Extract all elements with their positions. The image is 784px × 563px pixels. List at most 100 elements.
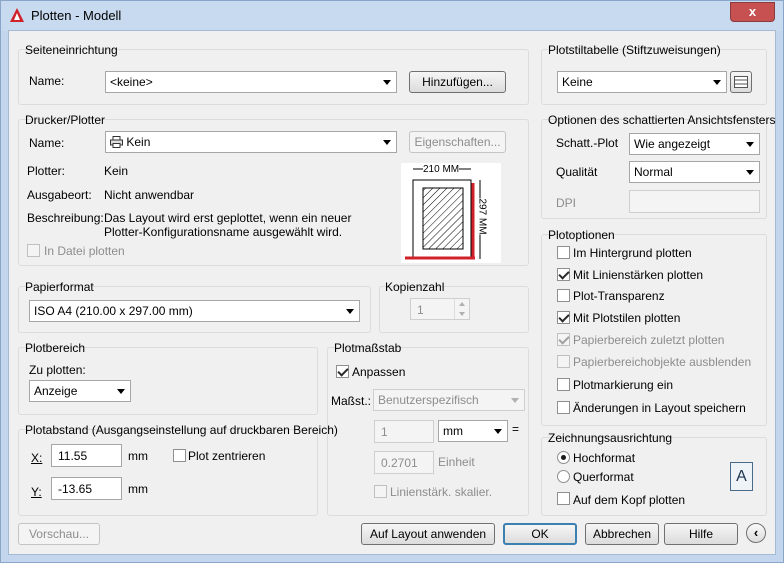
chevron-down-icon: [383, 80, 391, 85]
scale-select[interactable]: Benutzerspezifisch: [373, 389, 525, 411]
plot-what-select[interactable]: Anzeige: [29, 380, 131, 402]
quality-label: Qualität: [556, 165, 598, 179]
plot-option-label: Plot-Transparenz: [573, 289, 665, 303]
chevron-down-icon: [346, 309, 354, 314]
offset-y-input[interactable]: -13.65: [51, 477, 122, 500]
collapse-options-button[interactable]: ‹: [746, 523, 766, 543]
preview-button[interactable]: Vorschau...: [18, 523, 100, 545]
scale-value: Benutzerspezifisch: [378, 393, 479, 407]
plot-option-label: Mit Linienstärken plotten: [573, 268, 704, 282]
offset-x-label: X:: [31, 451, 43, 465]
plot-option-checkbox[interactable]: [557, 378, 570, 391]
plot-option-label: Im Hintergrund plotten: [573, 246, 692, 260]
title-bar: Plotten - Modell x: [1, 1, 783, 31]
plot-style-table-title: Plotstiltabelle (Stiftzuweisungen): [548, 43, 721, 57]
chevron-down-icon: [117, 389, 125, 394]
chevron-down-icon: [746, 142, 754, 147]
dialog-body: Seiteneinrichtung Name: <keine> Hinzufüg…: [8, 30, 776, 555]
upside-down-checkbox[interactable]: [557, 492, 570, 505]
printer-name-value: Kein: [126, 135, 151, 149]
edit-plot-style-button[interactable]: [730, 71, 752, 93]
spin-up-icon[interactable]: [454, 299, 469, 309]
dpi-input[interactable]: [629, 190, 760, 213]
offset-y-value: -13.65: [58, 482, 93, 496]
plot-option-label: Mit Plotstilen plotten: [573, 311, 681, 325]
scale-unit-value: mm: [443, 424, 463, 438]
autocad-logo-icon: [10, 8, 24, 22]
offset-x-unit: mm: [128, 449, 148, 463]
plot-option-checkbox[interactable]: [557, 246, 570, 259]
quality-value: Normal: [634, 165, 673, 179]
portrait-label: Hochformat: [573, 451, 636, 465]
page-setup-name-select[interactable]: <keine>: [105, 71, 397, 93]
shade-plot-select[interactable]: Wie angezeigt: [629, 133, 760, 155]
close-icon: x: [748, 4, 757, 19]
preview-width-label: 210 MM: [423, 164, 460, 175]
portrait-radio[interactable]: [557, 451, 570, 464]
plot-to-file-checkbox[interactable]: [27, 244, 40, 257]
plot-option-label: Plotmarkierung ein: [573, 378, 674, 392]
plot-option-checkbox[interactable]: [557, 401, 570, 414]
upside-down-label: Auf dem Kopf plotten: [573, 493, 686, 507]
copies-spinner[interactable]: 1: [410, 298, 470, 320]
equals-sign: =: [512, 422, 520, 436]
plot-option-checkbox[interactable]: [557, 333, 570, 346]
plot-option-checkbox[interactable]: [557, 268, 570, 281]
orientation-page-icon: A: [730, 462, 753, 491]
scale-value-1: 1: [381, 425, 388, 439]
plot-scale-title: Plotmaßstab: [334, 341, 402, 355]
center-plot-checkbox[interactable]: [173, 449, 186, 462]
plot-option-checkbox[interactable]: [557, 311, 570, 324]
description-line-2: Plotter-Konfigurationsname ausgewählt wi…: [104, 225, 343, 239]
plot-style-table-select[interactable]: Keine: [557, 71, 727, 93]
ok-button[interactable]: OK: [503, 523, 577, 545]
close-button[interactable]: x: [730, 2, 775, 22]
plot-offset-title: Plotabstand (Ausgangseinstellung auf dru…: [25, 423, 338, 437]
shaded-viewport-title: Optionen des schattierten Ansichtsfenste…: [548, 113, 776, 127]
apply-to-layout-button[interactable]: Auf Layout anwenden: [361, 523, 495, 545]
chevron-down-icon: [746, 170, 754, 175]
offset-y-unit: mm: [128, 482, 148, 496]
copies-value: 1: [417, 303, 424, 317]
shade-plot-label: Schatt.-Plot: [556, 136, 619, 150]
plot-what-label: Zu plotten:: [29, 363, 86, 377]
scale-value-1-input[interactable]: 1: [374, 420, 434, 443]
printer-properties-button[interactable]: Eigenschaften...: [409, 131, 506, 153]
plotter-value: Kein: [104, 164, 129, 178]
landscape-label: Querformat: [573, 470, 634, 484]
quality-select[interactable]: Normal: [629, 161, 760, 183]
plot-to-file-label: In Datei plotten: [44, 244, 125, 258]
scale-lineweights-label: Linienstärk. skalier.: [390, 485, 493, 499]
scale-unit-select[interactable]: mm: [438, 420, 508, 442]
paper-size-title: Papierformat: [25, 280, 94, 294]
shade-plot-value: Wie angezeigt: [634, 137, 711, 151]
fit-to-paper-checkbox[interactable]: [336, 365, 349, 378]
plot-dialog-window: Plotten - Modell x Seiteneinrichtung Nam…: [0, 0, 784, 563]
offset-y-label: Y:: [31, 485, 42, 499]
add-page-setup-button[interactable]: Hinzufügen...: [409, 71, 506, 93]
description-label: Beschreibung:: [27, 211, 104, 225]
plot-option-checkbox[interactable]: [557, 355, 570, 368]
plotter-label: Plotter:: [27, 164, 66, 178]
chevron-down-icon: [713, 80, 721, 85]
orientation-title: Zeichnungsausrichtung: [548, 431, 673, 445]
paper-size-select[interactable]: ISO A4 (210.00 x 297.00 mm): [29, 300, 360, 322]
cancel-button[interactable]: Abbrechen: [585, 523, 659, 545]
help-button[interactable]: Hilfe: [664, 523, 738, 545]
offset-x-input[interactable]: 11.55: [51, 444, 122, 467]
plot-option-checkbox[interactable]: [557, 289, 570, 302]
edit-table-icon: [734, 76, 748, 88]
landscape-radio[interactable]: [557, 470, 570, 483]
scale-value-2-input[interactable]: 0.2701: [374, 451, 434, 474]
preview-height-label: 297 MM: [476, 198, 488, 235]
plot-style-table-value: Keine: [562, 75, 593, 89]
paper-size-value: ISO A4 (210.00 x 297.00 mm): [34, 304, 193, 318]
spin-down-icon[interactable]: [454, 309, 469, 319]
scale-value-2: 0.2701: [381, 456, 418, 470]
printer-title: Drucker/Plotter: [25, 113, 106, 127]
scale-lineweights-checkbox[interactable]: [374, 485, 387, 498]
plot-option-label: Papierbereichobjekte ausblenden: [573, 355, 752, 369]
chevron-down-icon: [383, 140, 391, 145]
printer-name-select[interactable]: Kein: [105, 131, 397, 153]
page-setup-name-label: Name:: [29, 74, 65, 88]
